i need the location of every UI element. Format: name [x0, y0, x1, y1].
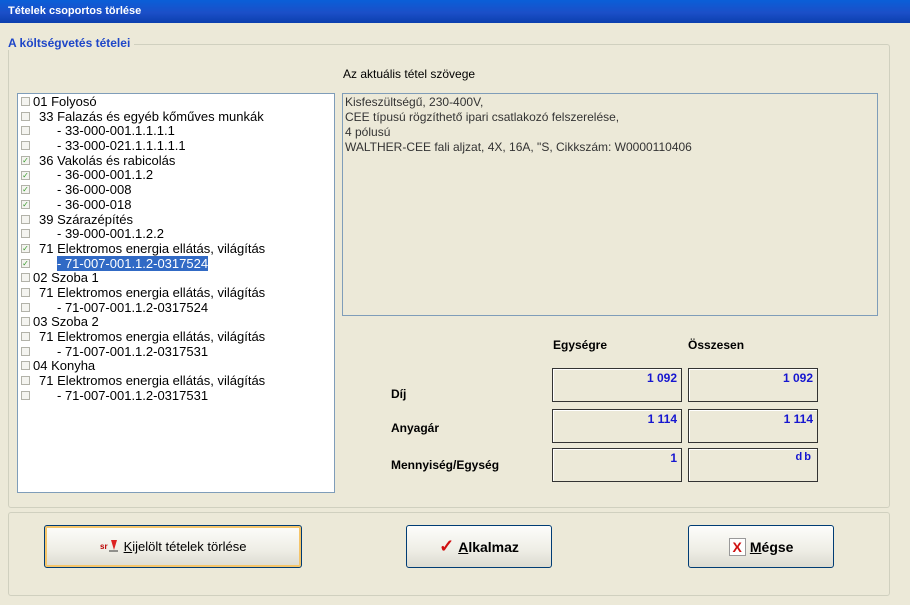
- tree-item-label: - 33-000-001.1.1.1.1: [57, 123, 175, 139]
- checkbox[interactable]: [21, 97, 30, 107]
- checked-checkbox[interactable]: ✓: [21, 258, 30, 268]
- item-text-line: Kisfeszültségű, 230-400V,: [345, 95, 484, 109]
- window-title: Tételek csoportos törlése: [8, 5, 142, 17]
- dij-label: Díj: [391, 387, 407, 401]
- tree-item[interactable]: - 71-007-001.1.2-0317531: [18, 388, 334, 403]
- tree-item-label: 71 Elektromos energia ellátás, világítás: [39, 329, 266, 344]
- tree-item-label: - 71-007-001.1.2-0317531: [57, 387, 209, 403]
- checkbox[interactable]: [21, 273, 30, 283]
- tree-item[interactable]: - 71-007-001.1.2-0317524: [18, 300, 334, 315]
- checkbox[interactable]: [21, 302, 30, 312]
- checkbox[interactable]: [21, 376, 30, 386]
- dij-unit-value: 1 092: [552, 368, 682, 402]
- total-column-header: Összesen: [688, 338, 745, 352]
- svg-text:sr: sr: [100, 542, 108, 551]
- tree-item-label: - 71-007-001.1.2-0317531: [57, 343, 209, 359]
- checkbox[interactable]: [21, 346, 30, 356]
- checked-checkbox[interactable]: ✓: [21, 243, 30, 253]
- title-bar: Tételek csoportos törlése: [0, 0, 910, 23]
- anyagar-label: Anyagár: [391, 421, 440, 435]
- close-icon: X: [728, 537, 746, 556]
- anyagar-unit-value: 1 114: [552, 409, 682, 443]
- checkbox[interactable]: [21, 111, 30, 121]
- tree-item-label: 39 Szárazépítés: [39, 211, 133, 227]
- tree-item-label: 71 Elektromos energia ellátás, világítás: [39, 240, 266, 256]
- item-text-line: 4 pólusú: [345, 125, 391, 139]
- checkbox[interactable]: [21, 214, 30, 224]
- quantity-unit-value: db: [688, 448, 818, 482]
- tree-item[interactable]: ✓ - 71-007-001.1.2-0317524: [18, 255, 334, 271]
- tree-item[interactable]: ✓ - 36-000-001.1.2: [18, 167, 334, 182]
- checked-checkbox[interactable]: ✓: [21, 170, 30, 180]
- tree-item[interactable]: - 39-000-001.1.2.2: [18, 226, 334, 241]
- checkbox[interactable]: [21, 288, 30, 297]
- tree-item[interactable]: 02 Szoba 1: [18, 270, 334, 285]
- checkbox[interactable]: [21, 317, 30, 327]
- cancel-label: Mégse: [749, 538, 794, 555]
- checkbox[interactable]: [21, 141, 30, 151]
- delete-selected-label: Kijelölt tételek törlése: [123, 539, 247, 554]
- tree-item[interactable]: 01 Folyosó: [18, 94, 334, 109]
- item-text-box: Kisfeszültségű, 230-400V, CEE típusú rög…: [342, 93, 878, 316]
- apply-label: Alkalmaz: [458, 538, 519, 555]
- tree-item[interactable]: 04 Konyha: [18, 358, 334, 373]
- quantity-label: Mennyiség/Egység: [391, 458, 500, 472]
- tree-item[interactable]: - 33-000-001.1.1.1.1: [18, 123, 334, 138]
- tree-item[interactable]: ✓ - 36-000-008: [18, 182, 334, 197]
- checkbox[interactable]: [21, 390, 30, 400]
- tree-item-label: 04 Konyha: [33, 358, 96, 374]
- checkbox[interactable]: [21, 361, 30, 371]
- tree-item[interactable]: - 71-007-001.1.2-0317531: [18, 344, 334, 359]
- apply-button[interactable]: ✓ Alkalmaz: [406, 525, 552, 568]
- tree-item-label: 03 Szoba 2: [33, 314, 99, 330]
- tree-item-label: 33 Falazás és egyéb kőműves munkák: [39, 108, 264, 124]
- item-text-line: WALTHER-CEE fali aljzat, 4X, 16A, "S, Ci…: [345, 140, 692, 154]
- checkbox[interactable]: [21, 332, 30, 342]
- tree-item-label: 71 Elektromos energia ellátás, világítás: [39, 284, 266, 300]
- checkbox[interactable]: [21, 229, 30, 239]
- tree-item[interactable]: ✓ 36 Vakolás és rabicolás: [18, 153, 334, 168]
- tree-item-label: - 71-007-001.1.2-0317524: [57, 255, 209, 271]
- group-title: A költségvetés tételei: [8, 36, 135, 50]
- checked-checkbox[interactable]: ✓: [21, 199, 30, 209]
- sort-delete-icon: sr: [100, 537, 120, 556]
- item-tree[interactable]: 01 Folyosó 33 Falazás és egyéb kőműves mu…: [17, 93, 335, 493]
- tree-item-label: - 33-000-021.1.1.1.1.1: [57, 138, 186, 154]
- tree-item[interactable]: 39 Szárazépítés: [18, 212, 334, 227]
- tree-item[interactable]: 71 Elektromos energia ellátás, világítás: [18, 329, 334, 344]
- cancel-button[interactable]: X Mégse: [688, 525, 834, 568]
- delete-selected-button[interactable]: sr Kijelölt tételek törlése: [44, 525, 302, 568]
- anyagar-total-value: 1 114: [688, 409, 818, 443]
- tree-item-label: - 36-000-018: [57, 196, 132, 212]
- tree-item[interactable]: ✓ 71 Elektromos energia ellátás, világítá…: [18, 241, 334, 256]
- tree-item[interactable]: - 33-000-021.1.1.1.1.1: [18, 138, 334, 153]
- tree-item[interactable]: 03 Szoba 2: [18, 314, 334, 329]
- quantity-value: 1: [552, 448, 682, 482]
- dij-total-value: 1 092: [688, 368, 818, 402]
- tree-item-label: - 71-007-001.1.2-0317524: [57, 299, 209, 315]
- checkmark-icon: ✓: [439, 536, 455, 556]
- checkbox[interactable]: [21, 126, 30, 136]
- checked-checkbox[interactable]: ✓: [21, 185, 30, 195]
- tree-item[interactable]: 71 Elektromos energia ellátás, világítás: [18, 373, 334, 388]
- tree-item-label: 71 Elektromos energia ellátás, világítás: [39, 373, 266, 389]
- tree-item-label: - 36-000-008: [57, 182, 132, 198]
- detail-heading: Az aktuális tétel szövege: [343, 67, 476, 81]
- tree-item[interactable]: ✓ - 36-000-018: [18, 197, 334, 212]
- checked-checkbox[interactable]: ✓: [21, 155, 30, 165]
- item-text-line: CEE típusú rögzíthető ipari csatlakozó f…: [345, 110, 620, 124]
- tree-item[interactable]: 33 Falazás és egyéb kőműves munkák: [18, 109, 334, 124]
- tree-item-label: 36 Vakolás és rabicolás: [39, 152, 176, 168]
- tree-item-label: - 39-000-001.1.2.2: [57, 226, 164, 242]
- tree-item[interactable]: 71 Elektromos energia ellátás, világítás: [18, 285, 334, 300]
- tree-item-label: 01 Folyosó: [33, 94, 97, 109]
- tree-item-label: - 36-000-001.1.2: [57, 167, 154, 183]
- unit-column-header: Egységre: [553, 338, 608, 352]
- tree-item-label: 02 Szoba 1: [33, 270, 99, 286]
